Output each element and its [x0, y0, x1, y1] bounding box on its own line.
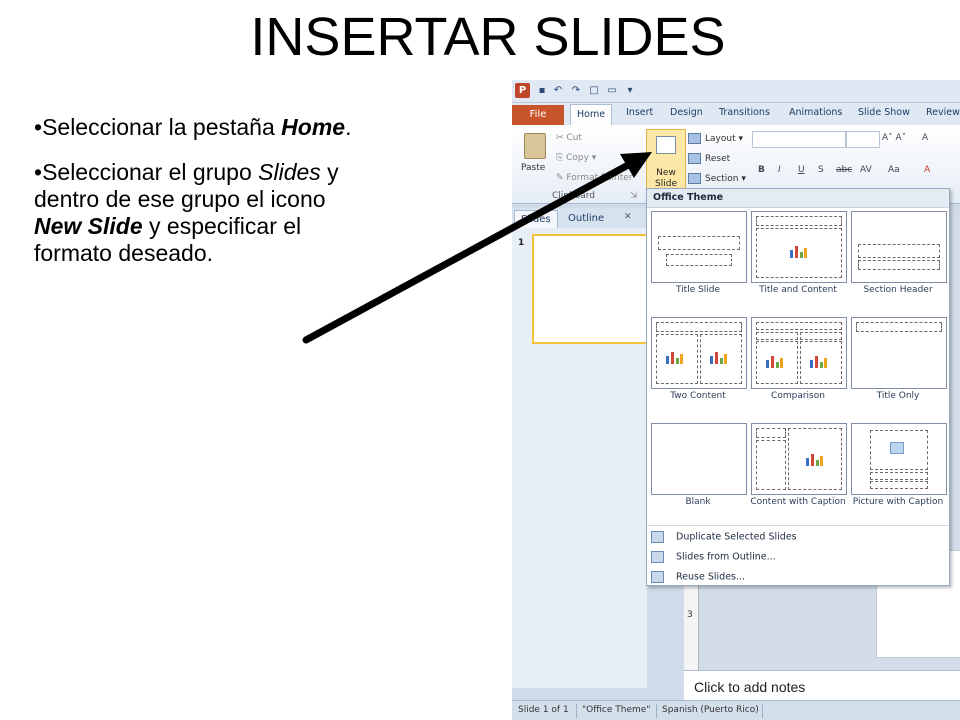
pointer-arrow [302, 152, 652, 344]
arrow-shaft [302, 160, 634, 344]
